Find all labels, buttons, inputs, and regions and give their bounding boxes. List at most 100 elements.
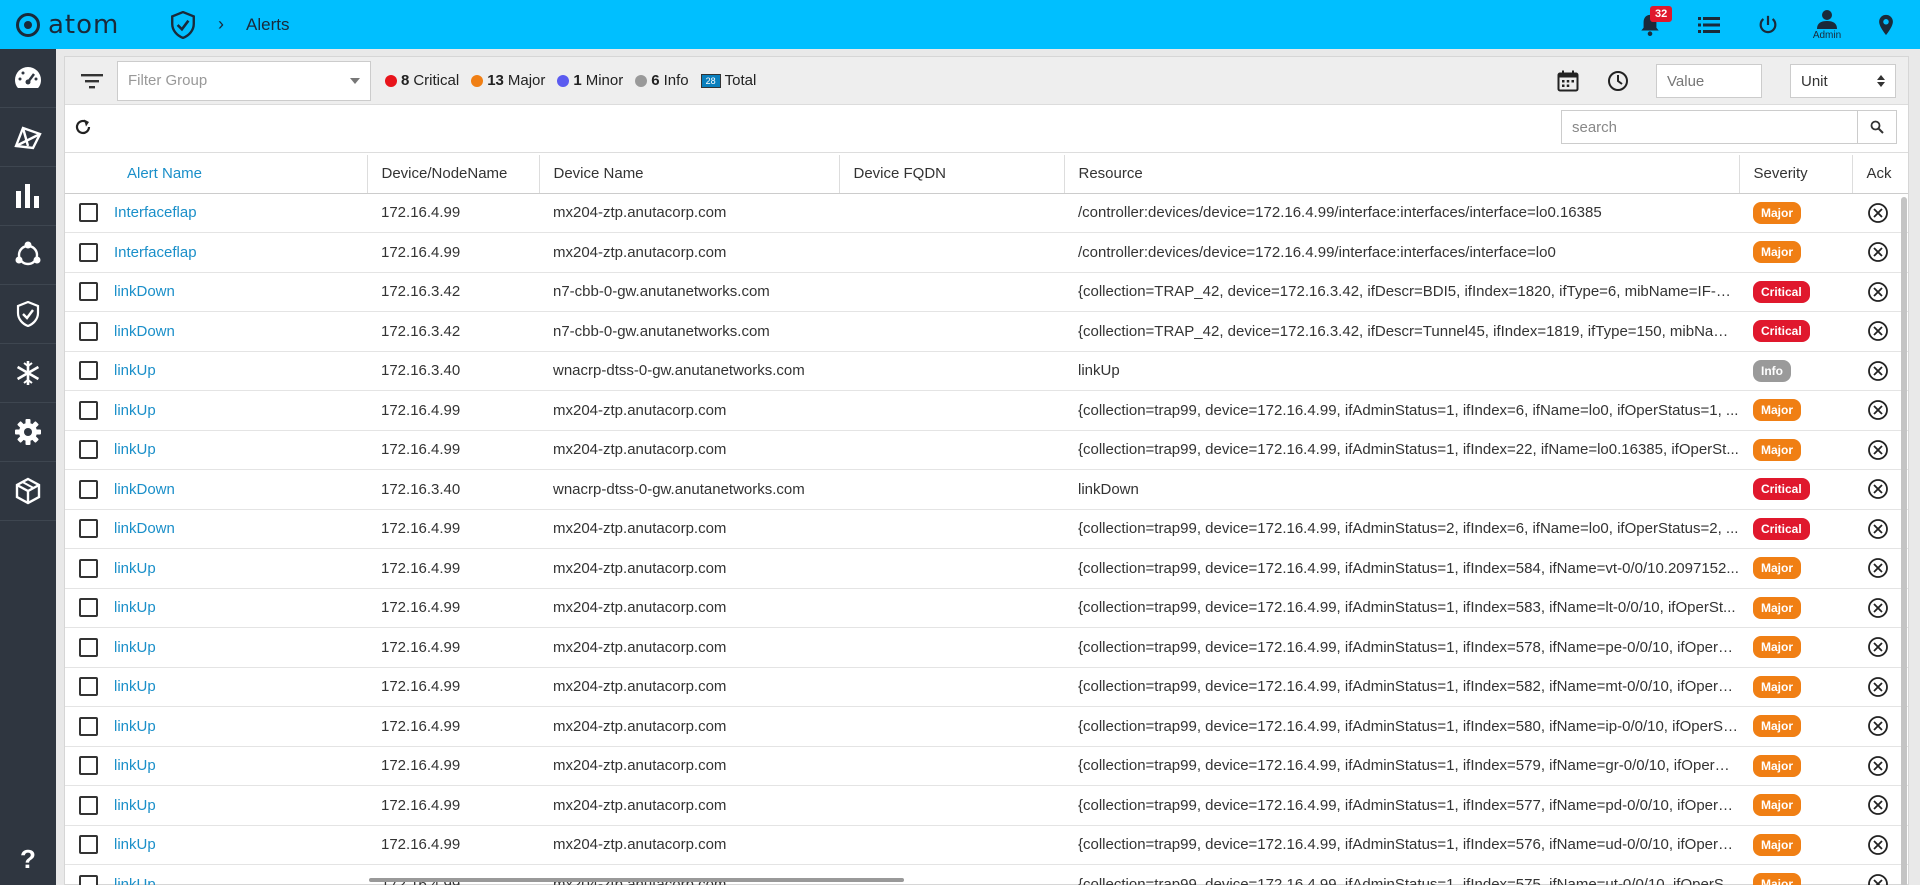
- alert-name-link[interactable]: linkUp: [114, 639, 156, 656]
- alert-name-link[interactable]: linkUp: [114, 441, 156, 458]
- vertical-scrollbar[interactable]: [1901, 197, 1907, 885]
- table-row[interactable]: linkDown 172.16.3.42 n7-cbb-0-gw.anutanetw…: [65, 311, 1908, 352]
- total-count[interactable]: 28 Total: [700, 72, 756, 89]
- table-row[interactable]: linkDown 172.16.4.99 mx204-ztp.anutacorp.c…: [65, 509, 1908, 549]
- column-header-alert-name[interactable]: Alert Name: [65, 155, 368, 194]
- table-row[interactable]: linkUp172.16.4.99mx204-ztp.anutacorp.com…: [65, 785, 1908, 826]
- table-row[interactable]: linkUp172.16.4.99mx204-ztp.anutacorp.com…: [65, 864, 1908, 885]
- table-row[interactable]: linkUp172.16.4.99mx204-ztp.anutacorp.com…: [65, 746, 1908, 786]
- close-circle-icon[interactable]: [1866, 872, 1890, 885]
- notifications-button[interactable]: 32: [1630, 5, 1673, 45]
- search-button[interactable]: [1857, 110, 1897, 144]
- calendar-icon[interactable]: [1552, 65, 1584, 97]
- sidebar-item-snowflake[interactable]: [0, 344, 56, 403]
- table-row[interactable]: linkUp172.16.4.99mx204-ztp.anutacorp.com…: [65, 430, 1908, 470]
- logout-button[interactable]: [1748, 5, 1788, 45]
- sidebar-item-security[interactable]: [0, 285, 56, 344]
- row-checkbox[interactable]: [79, 795, 98, 815]
- sidebar-item-settings[interactable]: [0, 403, 56, 462]
- row-checkbox[interactable]: [79, 479, 98, 499]
- close-circle-icon[interactable]: [1866, 201, 1890, 225]
- alert-name-link[interactable]: linkUp: [114, 678, 156, 695]
- column-header-device-fqdn[interactable]: Device FQDN: [839, 155, 1065, 194]
- row-checkbox[interactable]: [79, 637, 98, 657]
- column-header-severity[interactable]: Severity: [1739, 155, 1853, 194]
- alert-name-link[interactable]: linkDown: [114, 283, 175, 300]
- alert-name-link[interactable]: linkUp: [114, 362, 156, 379]
- table-row[interactable]: linkDown 172.16.3.42 n7-cbb-0-gw.anutanetw…: [65, 272, 1908, 312]
- row-checkbox[interactable]: [79, 558, 98, 578]
- horizontal-scrollbar[interactable]: [369, 878, 904, 882]
- table-row[interactable]: linkUp172.16.4.99mx204-ztp.anutacorp.com…: [65, 548, 1908, 589]
- table-row[interactable]: linkUp172.16.4.99mx204-ztp.anutacorp.com…: [65, 706, 1908, 747]
- table-row[interactable]: Interfaceflap 172.16.4.99 mx204-ztp.anutac…: [65, 193, 1908, 233]
- sidebar-item-services[interactable]: [0, 226, 56, 285]
- close-circle-icon[interactable]: [1866, 438, 1890, 462]
- table-row[interactable]: linkDown 172.16.3.40 wnacrp-dtss-0-gw.anut…: [65, 469, 1908, 510]
- filter-icon[interactable]: [79, 68, 105, 94]
- alert-name-link[interactable]: Interfaceflap: [114, 204, 197, 221]
- row-checkbox[interactable]: [79, 203, 98, 223]
- close-circle-icon[interactable]: [1866, 280, 1890, 304]
- help-icon[interactable]: ?: [0, 839, 56, 879]
- unit-select[interactable]: Unit: [1790, 64, 1896, 98]
- value-input[interactable]: [1656, 64, 1762, 98]
- alert-name-link[interactable]: linkUp: [114, 757, 156, 774]
- close-circle-icon[interactable]: [1866, 596, 1890, 620]
- row-checkbox[interactable]: [79, 677, 98, 697]
- row-checkbox[interactable]: [79, 440, 98, 460]
- row-checkbox[interactable]: [79, 835, 98, 855]
- list-view-button[interactable]: [1689, 5, 1729, 45]
- table-row[interactable]: linkUp172.16.4.99mx204-ztp.anutacorp.com…: [65, 390, 1908, 431]
- alert-name-link[interactable]: linkUp: [114, 599, 156, 616]
- column-header-resource[interactable]: Resource: [1064, 155, 1740, 194]
- close-circle-icon[interactable]: [1866, 477, 1890, 501]
- table-row[interactable]: linkUp172.16.4.99mx204-ztp.anutacorp.com…: [65, 825, 1908, 865]
- row-checkbox[interactable]: [79, 361, 98, 381]
- alert-name-link[interactable]: linkUp: [114, 836, 156, 853]
- shield-check-icon[interactable]: [168, 10, 198, 40]
- brand[interactable]: atom: [16, 10, 144, 40]
- close-circle-icon[interactable]: [1866, 833, 1890, 857]
- close-circle-icon[interactable]: [1866, 398, 1890, 422]
- alert-name-link[interactable]: linkDown: [114, 323, 175, 340]
- row-checkbox[interactable]: [79, 519, 98, 539]
- search-input[interactable]: [1561, 110, 1857, 144]
- row-checkbox[interactable]: [79, 282, 98, 302]
- close-circle-icon[interactable]: [1866, 754, 1890, 778]
- major-count[interactable]: 13 Major: [471, 72, 545, 89]
- alert-name-link[interactable]: linkUp: [114, 797, 156, 814]
- info-count[interactable]: 6 Info: [635, 72, 689, 89]
- close-circle-icon[interactable]: [1866, 793, 1890, 817]
- close-circle-icon[interactable]: [1866, 359, 1890, 383]
- sidebar-item-topology[interactable]: [0, 108, 56, 167]
- close-circle-icon[interactable]: [1866, 517, 1890, 541]
- row-checkbox[interactable]: [79, 874, 98, 885]
- close-circle-icon[interactable]: [1866, 240, 1890, 264]
- table-row[interactable]: linkUp172.16.4.99mx204-ztp.anutacorp.com…: [65, 667, 1908, 707]
- alert-name-link[interactable]: Interfaceflap: [114, 244, 197, 261]
- column-header-device-name[interactable]: Device Name: [539, 155, 840, 194]
- close-circle-icon[interactable]: [1866, 319, 1890, 343]
- sidebar-item-packages[interactable]: [0, 462, 56, 521]
- row-checkbox[interactable]: [79, 400, 98, 420]
- sidebar-item-dashboard[interactable]: [0, 49, 56, 108]
- filter-group-select[interactable]: Filter Group: [117, 60, 371, 101]
- column-header-node-name[interactable]: Device/NodeName: [367, 155, 540, 194]
- alert-name-link[interactable]: linkUp: [114, 402, 156, 419]
- clock-icon[interactable]: [1602, 65, 1634, 97]
- alert-name-link[interactable]: linkUp: [114, 718, 156, 735]
- close-circle-icon[interactable]: [1866, 675, 1890, 699]
- refresh-icon[interactable]: [69, 113, 97, 141]
- alert-name-link[interactable]: linkUp: [114, 560, 156, 577]
- table-row[interactable]: linkUp172.16.4.99mx204-ztp.anutacorp.com…: [65, 627, 1908, 668]
- minor-count[interactable]: 1 Minor: [557, 72, 623, 89]
- admin-user-button[interactable]: Admin: [1807, 5, 1847, 45]
- alert-name-link[interactable]: linkDown: [114, 481, 175, 498]
- table-row[interactable]: linkUp172.16.4.99mx204-ztp.anutacorp.com…: [65, 588, 1908, 628]
- table-row[interactable]: Interfaceflap 172.16.4.99 mx204-ztp.anutac…: [65, 232, 1908, 273]
- row-checkbox[interactable]: [79, 598, 98, 618]
- critical-count[interactable]: 8 Critical: [385, 72, 459, 89]
- row-checkbox[interactable]: [79, 756, 98, 776]
- row-checkbox[interactable]: [79, 321, 98, 341]
